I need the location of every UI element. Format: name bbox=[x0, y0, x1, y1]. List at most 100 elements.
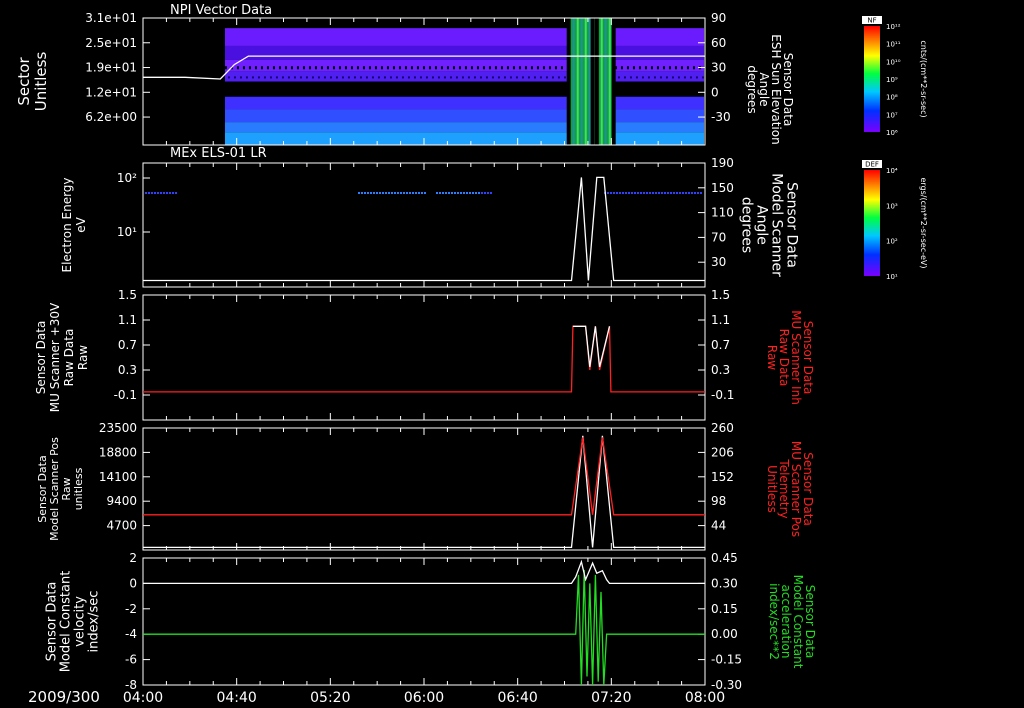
panel-1-heatmap-burst-stripe bbox=[608, 18, 611, 145]
panel-1-heatmap-speckle bbox=[629, 76, 632, 79]
multi-panel-time-series-plot: NPI Vector Data MEx ELS-01 LR 2009/300 0… bbox=[0, 0, 1024, 708]
panel-1-heatmap-burst-stripe bbox=[600, 18, 603, 145]
panel-2-spectral-dot bbox=[385, 192, 387, 194]
panel-1-heatmap-speckle bbox=[236, 66, 239, 70]
panel-1-heatmap-speckle bbox=[638, 66, 641, 70]
panel-2-spectral-dot bbox=[445, 192, 447, 194]
panel-2-spectral-dot bbox=[379, 192, 381, 194]
panel-2-spectral-dot bbox=[463, 192, 465, 194]
colorbar-2-unit: ergs/(cm**2-sr-sec-eV) bbox=[919, 177, 928, 268]
panel-1-heatmap-speckle bbox=[542, 66, 545, 70]
panel-1-heatmap-speckle bbox=[476, 66, 479, 70]
panel-3-ytick-label: 0.7 bbox=[118, 338, 137, 352]
panel-1-heatmap-speckle bbox=[335, 76, 338, 79]
panel-2-spectral-dot bbox=[640, 192, 642, 194]
panel-1-heatmap-speckle bbox=[560, 66, 563, 70]
panel-4-ytick-label: 14100 bbox=[99, 470, 137, 484]
panel-1-heatmap-speckle bbox=[371, 76, 374, 79]
panel-1-heatmap-speckle bbox=[329, 76, 332, 79]
panel-1-heatmap-speckle bbox=[257, 76, 260, 79]
panel-1-heatmap-burst-stripe bbox=[588, 18, 591, 145]
panel-2-spectral-dot bbox=[679, 192, 681, 194]
panel-1-title: NPI Vector Data bbox=[170, 3, 272, 18]
panel-1-heatmap bbox=[224, 18, 705, 145]
panel-2-spectral-dot bbox=[673, 192, 675, 194]
panel-1-heatmap-speckle bbox=[641, 76, 644, 79]
panel-1-heatmap-speckle bbox=[386, 66, 389, 70]
panel-1-heatmap-speckle bbox=[431, 76, 434, 79]
panel-2-spectral-dot bbox=[472, 192, 474, 194]
panel-1-heatmap-speckle bbox=[497, 76, 500, 79]
colorbar-1-gradient bbox=[864, 26, 880, 132]
panel-2-spectral-dot bbox=[388, 192, 390, 194]
panel-2-spectral-dot bbox=[163, 192, 165, 194]
panel-2-spectral-dot bbox=[649, 192, 651, 194]
panel-1-heatmap-speckle bbox=[323, 76, 326, 79]
panel-2-spectral-dot bbox=[613, 192, 615, 194]
panel-2-spectral-dot bbox=[166, 192, 168, 194]
colorbar-1-unit: cnts/(cm**2-sr-sec) bbox=[919, 40, 928, 117]
panel-2-spectral-dot bbox=[694, 192, 696, 194]
panel-1-heatmap-speckle bbox=[299, 76, 302, 79]
panel-5-ytick-label: -4 bbox=[125, 627, 137, 641]
panel-2-spectral-dot bbox=[418, 192, 420, 194]
panel-1-heatmap-speckle bbox=[659, 76, 662, 79]
date-label: 2009/300 bbox=[28, 688, 100, 706]
panel-1-heatmap-speckle bbox=[425, 76, 428, 79]
colorbar-1-tick-label: 10¹² bbox=[886, 23, 901, 31]
panel-2-spectral-dot bbox=[394, 192, 396, 194]
panel-4-y2tick-label: 98 bbox=[711, 494, 726, 508]
panel-1-heatmap-speckle bbox=[668, 66, 671, 70]
panel-1-heatmap-speckle bbox=[332, 66, 335, 70]
panel-1-heatmap-speckle bbox=[536, 66, 539, 70]
panel-5-ytick-label: 0 bbox=[129, 576, 137, 590]
panel-2-y2tick-label: 110 bbox=[711, 206, 734, 220]
panel-1-heatmap-speckle bbox=[467, 76, 470, 79]
panel-2-spectral-dot bbox=[652, 192, 654, 194]
panel-1-heatmap-speckle bbox=[347, 76, 350, 79]
panel-1-heatmap-burst-stripe bbox=[576, 18, 579, 145]
panel-2-spectral-dot bbox=[172, 192, 174, 194]
panel-1-heatmap-speckle bbox=[623, 76, 626, 79]
panel-1-heatmap-speckle bbox=[485, 76, 488, 79]
panel-2-spectral-dot bbox=[682, 192, 684, 194]
panel-1-heatmap-speckle bbox=[647, 76, 650, 79]
panel-1-heatmap-speckle bbox=[233, 76, 236, 79]
panel-1-heatmap-speckle bbox=[665, 76, 668, 79]
panel-1-heatmap-speckle bbox=[674, 66, 677, 70]
panel-4-y2tick-label: 152 bbox=[711, 470, 734, 484]
panel-1-heatmap-speckle bbox=[410, 66, 413, 70]
colorbar-1-tick-label: 10⁸ bbox=[886, 94, 898, 102]
panel-2-spectral-dot bbox=[685, 192, 687, 194]
panel-1-y2tick-label: 90 bbox=[711, 11, 726, 25]
panel-1-heatmap-speckle bbox=[428, 66, 431, 70]
panel-1-heatmap-speckle bbox=[644, 66, 647, 70]
panel-1-heatmap-speckle bbox=[359, 76, 362, 79]
panel-2-y2tick-label: 150 bbox=[711, 181, 734, 195]
panel-1-heatmap-speckle bbox=[263, 76, 266, 79]
panel-1-heatmap-speckle bbox=[539, 76, 542, 79]
panel-1-heatmap-speckle bbox=[470, 66, 473, 70]
panel-2-spectral-dot bbox=[637, 192, 639, 194]
panel-2-spectral-dot bbox=[457, 192, 459, 194]
panel-1-heatmap-speckle bbox=[395, 76, 398, 79]
panel-1-heatmap-speckle bbox=[365, 76, 368, 79]
panel-1-heatmap-speckle bbox=[446, 66, 449, 70]
panel-1-heatmap-speckle bbox=[482, 66, 485, 70]
panel-2-y2label-line: Angle bbox=[754, 205, 770, 245]
time-tick-label: 06:00 bbox=[404, 690, 444, 706]
panel-3-ytick-label: 0.3 bbox=[118, 363, 137, 377]
panel-1-heatmap-speckle bbox=[671, 76, 674, 79]
panel-3-y2label-line: Raw bbox=[765, 345, 779, 370]
panel-2-spectral-dot bbox=[661, 192, 663, 194]
panel-1-ylabel-line: Unitless bbox=[32, 52, 50, 112]
panel-2-spectral-dot bbox=[151, 192, 153, 194]
panel-1-heatmap-speckle bbox=[455, 76, 458, 79]
panel-1-heatmap-speckle bbox=[338, 66, 341, 70]
panel-1-heatmap-speckle bbox=[269, 76, 272, 79]
panel-1-heatmap-speckle bbox=[473, 76, 476, 79]
panel-1-heatmap-gap bbox=[566, 18, 571, 145]
panel-1-heatmap-band bbox=[224, 109, 705, 123]
panel-1-heatmap-speckle bbox=[224, 66, 227, 70]
panel-1-heatmap-speckle bbox=[689, 76, 692, 79]
